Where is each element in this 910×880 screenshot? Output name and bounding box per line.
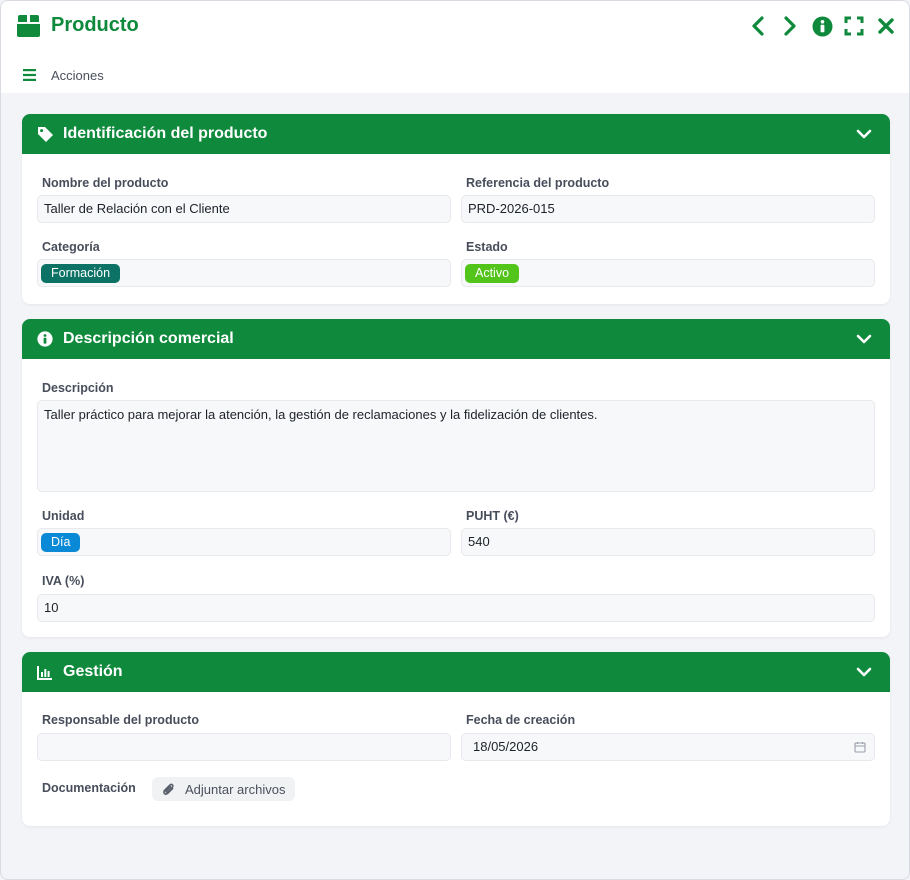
owner-label: Responsable del producto bbox=[42, 713, 199, 727]
status-badge: Activo bbox=[465, 264, 520, 283]
hamburger-icon[interactable] bbox=[23, 69, 37, 81]
unit-label: Unidad bbox=[42, 509, 85, 523]
description-label: Descripción bbox=[42, 381, 114, 395]
calendar-icon[interactable] bbox=[854, 741, 866, 753]
chevron-down-icon[interactable] bbox=[856, 126, 872, 142]
category-chip: Formación bbox=[41, 264, 121, 283]
commercial-section: Descripción comercial Descripción Taller… bbox=[22, 319, 890, 637]
expand-icon[interactable] bbox=[843, 15, 865, 37]
attach-files-button[interactable]: Adjuntar archivos bbox=[152, 777, 296, 801]
chevron-down-icon[interactable] bbox=[856, 664, 872, 680]
vat-field[interactable]: 10 bbox=[37, 594, 875, 622]
category-field[interactable]: Formación bbox=[37, 259, 451, 287]
owner-field[interactable] bbox=[37, 733, 451, 761]
section-title: Descripción comercial bbox=[63, 330, 234, 347]
identification-section: Identificación del producto Nombre del p… bbox=[22, 114, 890, 304]
toolbar: Acciones bbox=[1, 53, 909, 93]
section-title: Gestión bbox=[63, 663, 123, 680]
product-name-field[interactable]: Taller de Relación con el Cliente bbox=[37, 195, 451, 223]
chevron-left-icon[interactable] bbox=[747, 15, 769, 37]
bar-chart-icon bbox=[36, 663, 54, 681]
product-reference-field[interactable]: PRD-2026-015 bbox=[461, 195, 875, 223]
management-header[interactable]: Gestión bbox=[22, 652, 890, 692]
commercial-header[interactable]: Descripción comercial bbox=[22, 319, 890, 359]
tag-icon bbox=[36, 125, 54, 143]
actions-menu[interactable]: Acciones bbox=[51, 68, 104, 83]
paperclip-icon bbox=[163, 783, 174, 795]
info-circle-icon bbox=[36, 330, 54, 348]
description-textarea[interactable]: Taller práctico para mejorar la atención… bbox=[37, 400, 875, 492]
created-date-value: 18/05/2026 bbox=[473, 739, 539, 754]
unit-chip: Día bbox=[41, 533, 81, 552]
status-label: Estado bbox=[466, 240, 508, 254]
chevron-right-icon[interactable] bbox=[779, 15, 801, 37]
title-bar: Producto bbox=[1, 1, 909, 53]
chevron-down-icon[interactable] bbox=[856, 331, 872, 347]
window-title: Producto bbox=[51, 14, 139, 36]
product-name-label: Nombre del producto bbox=[42, 176, 169, 190]
product-window: Producto Acciones Identificación del pro… bbox=[0, 0, 910, 880]
window-actions bbox=[747, 15, 897, 37]
created-date-field[interactable]: 18/05/2026 bbox=[461, 733, 875, 761]
box-icon bbox=[17, 15, 40, 37]
category-label: Categoría bbox=[42, 240, 100, 254]
management-section: Gestión Responsable del producto Fecha d… bbox=[22, 652, 890, 826]
product-reference-label: Referencia del producto bbox=[466, 176, 610, 190]
price-label: PUHT (€) bbox=[466, 509, 519, 523]
section-title: Identificación del producto bbox=[63, 125, 268, 142]
documentation-label: Documentación bbox=[42, 781, 136, 795]
info-icon[interactable] bbox=[811, 15, 833, 37]
vat-label: IVA (%) bbox=[42, 574, 85, 588]
created-date-label: Fecha de creación bbox=[466, 713, 576, 727]
attach-files-label: Adjuntar archivos bbox=[185, 781, 286, 797]
price-field[interactable]: 540 bbox=[461, 528, 875, 556]
status-field[interactable]: Activo bbox=[461, 259, 875, 287]
close-icon[interactable] bbox=[875, 15, 897, 37]
identification-header[interactable]: Identificación del producto bbox=[22, 114, 890, 154]
unit-field[interactable]: Día bbox=[37, 528, 451, 556]
